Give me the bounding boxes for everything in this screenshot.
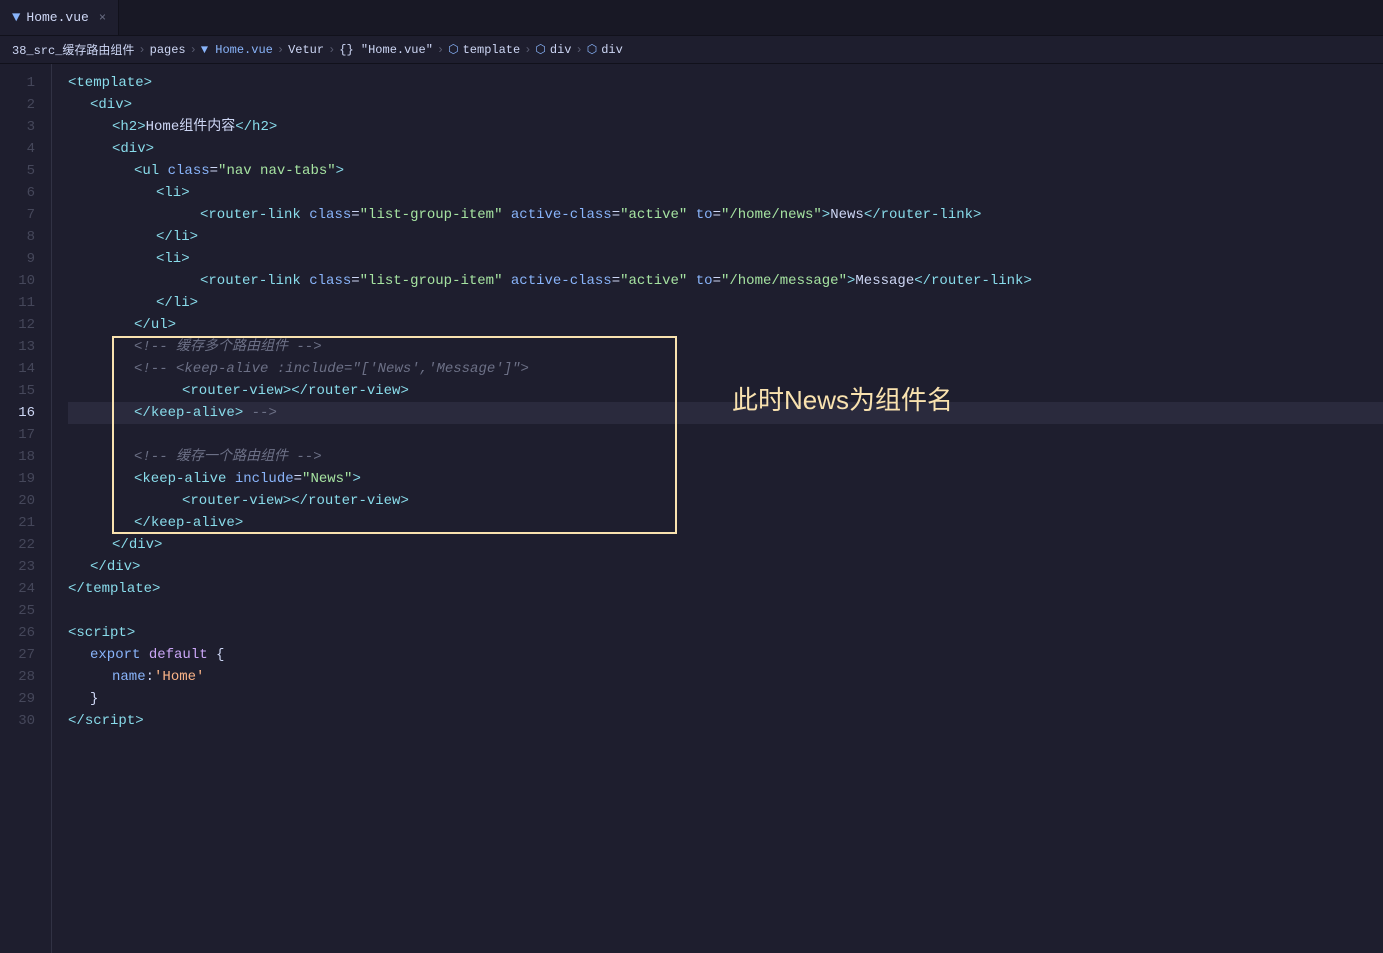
line-num-7: 7: [0, 204, 51, 226]
code-line-8: </li>: [68, 226, 1383, 248]
line-num-18: 18: [0, 446, 51, 468]
line-num-5: 5: [0, 160, 51, 182]
breadcrumb-home-vue-2: {} "Home.vue": [339, 43, 433, 57]
code-editor: 1 2 3 4 5 6 7 8 9 10 11 12 13 14 15 16 1…: [0, 64, 1383, 953]
breadcrumb-sep-5: ›: [437, 43, 444, 57]
line-num-26: 26: [0, 622, 51, 644]
line-num-12: 12: [0, 314, 51, 336]
line-num-9: 9: [0, 248, 51, 270]
line-num-13: 13: [0, 336, 51, 358]
tab-bar: ▼ Home.vue ×: [0, 0, 1383, 36]
code-line-6: <li>: [68, 182, 1383, 204]
line-num-2: 2: [0, 94, 51, 116]
breadcrumb-div-2: div: [601, 43, 623, 57]
code-line-18: <!-- 缓存一个路由组件 -->: [68, 446, 1383, 468]
line-num-15: 15: [0, 380, 51, 402]
code-line-29: }: [68, 688, 1383, 710]
line-num-23: 23: [0, 556, 51, 578]
breadcrumb-sep-2: ›: [190, 43, 197, 57]
code-line-25: [68, 600, 1383, 622]
code-line-14: <!-- <keep-alive :include="['News','Mess…: [68, 358, 1383, 380]
line-num-10: 10: [0, 270, 51, 292]
code-line-27: export default {: [68, 644, 1383, 666]
breadcrumb-template: ⬡: [448, 42, 458, 57]
code-line-7: <router-link class="list-group-item" act…: [68, 204, 1383, 226]
code-line-1: <template>: [68, 72, 1383, 94]
code-line-15: <router-view></router-view>: [68, 380, 1383, 402]
line-num-20: 20: [0, 490, 51, 512]
code-line-13: <!-- 缓存多个路由组件 -->: [68, 336, 1383, 358]
code-line-22: </div>: [68, 534, 1383, 556]
line-num-30: 30: [0, 710, 51, 732]
code-line-21: </keep-alive>: [68, 512, 1383, 534]
code-line-24: </template>: [68, 578, 1383, 600]
breadcrumb-sep-4: ›: [328, 43, 335, 57]
code-line-3: <h2>Home组件内容</h2>: [68, 116, 1383, 138]
line-num-11: 11: [0, 292, 51, 314]
breadcrumb-sep-7: ›: [576, 43, 583, 57]
vue-icon: ▼: [12, 10, 20, 26]
line-num-25: 25: [0, 600, 51, 622]
code-line-23: </div>: [68, 556, 1383, 578]
tab-label: Home.vue: [26, 10, 88, 25]
code-line-4: <div>: [68, 138, 1383, 160]
line-num-21: 21: [0, 512, 51, 534]
line-num-27: 27: [0, 644, 51, 666]
line-num-16: 16: [0, 402, 51, 424]
line-num-17: 17: [0, 424, 51, 446]
breadcrumb-div-icon-1: ⬡: [535, 42, 545, 57]
line-num-19: 19: [0, 468, 51, 490]
breadcrumb-vetur: Vetur: [288, 43, 324, 57]
line-num-28: 28: [0, 666, 51, 688]
line-numbers: 1 2 3 4 5 6 7 8 9 10 11 12 13 14 15 16 1…: [0, 64, 52, 953]
line-num-24: 24: [0, 578, 51, 600]
code-content[interactable]: 此时News为组件名 <template> <div> <h2>Home组件内容…: [52, 64, 1383, 953]
breadcrumb-div-1: div: [550, 43, 572, 57]
breadcrumb-pages: pages: [150, 43, 186, 57]
line-num-1: 1: [0, 72, 51, 94]
tab-close-button[interactable]: ×: [99, 11, 106, 25]
breadcrumb-root: 38_src_缓存路由组件: [12, 41, 134, 58]
line-num-8: 8: [0, 226, 51, 248]
breadcrumb-div-icon-2: ⬡: [587, 42, 597, 57]
breadcrumb-sep-3: ›: [277, 43, 284, 57]
line-num-6: 6: [0, 182, 51, 204]
code-line-26: <script>: [68, 622, 1383, 644]
code-line-20: <router-view></router-view>: [68, 490, 1383, 512]
line-num-14: 14: [0, 358, 51, 380]
home-vue-tab[interactable]: ▼ Home.vue ×: [0, 0, 119, 35]
breadcrumb-template-label: template: [463, 43, 521, 57]
code-line-16: </keep-alive> -->: [68, 402, 1383, 424]
breadcrumb-sep-1: ›: [138, 43, 145, 57]
line-num-3: 3: [0, 116, 51, 138]
breadcrumb: 38_src_缓存路由组件 › pages › ▼ Home.vue › Vet…: [0, 36, 1383, 64]
line-num-4: 4: [0, 138, 51, 160]
code-line-11: </li>: [68, 292, 1383, 314]
breadcrumb-home-vue: ▼ Home.vue: [201, 43, 273, 57]
breadcrumb-sep-6: ›: [524, 43, 531, 57]
line-num-22: 22: [0, 534, 51, 556]
code-line-2: <div>: [68, 94, 1383, 116]
code-line-9: <li>: [68, 248, 1383, 270]
code-line-12: </ul>: [68, 314, 1383, 336]
code-line-17: [68, 424, 1383, 446]
line-num-29: 29: [0, 688, 51, 710]
code-line-19: <keep-alive include="News">: [68, 468, 1383, 490]
code-line-10: <router-link class="list-group-item" act…: [68, 270, 1383, 292]
code-line-5: <ul class="nav nav-tabs">: [68, 160, 1383, 182]
code-line-28: name:'Home': [68, 666, 1383, 688]
code-line-30: </script>: [68, 710, 1383, 732]
